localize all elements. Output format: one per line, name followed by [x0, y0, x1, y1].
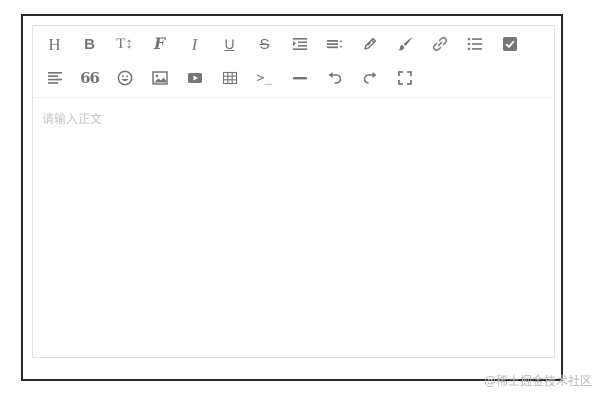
heading-icon: H [48, 34, 61, 54]
quote-button[interactable]: 66 [72, 63, 107, 93]
link-icon [432, 36, 448, 52]
video-icon [187, 70, 203, 86]
quote-icon: 66 [80, 68, 100, 87]
editor-toolbar: H B T↕ F I U S 66 >_ [33, 26, 554, 98]
link-button[interactable] [422, 29, 457, 59]
rich-text-editor: H B T↕ F I U S 66 >_ 请输入正文 [32, 25, 555, 358]
checkbox-button[interactable] [492, 29, 527, 59]
strikethrough-button[interactable]: S [247, 29, 282, 59]
checkbox-icon [502, 36, 518, 52]
pencil-button[interactable] [352, 29, 387, 59]
table-icon [222, 70, 238, 86]
pencil-icon [362, 36, 378, 52]
video-button[interactable] [177, 63, 212, 93]
code-button[interactable]: >_ [247, 63, 282, 93]
italic-icon: I [191, 34, 198, 54]
indent-button[interactable] [282, 29, 317, 59]
table-button[interactable] [212, 63, 247, 93]
undo-icon [327, 70, 343, 86]
watermark: @稀土掘金技术社区 [483, 374, 592, 388]
toolbar-row-1: H B T↕ F I U S [37, 29, 527, 59]
image-button[interactable] [142, 63, 177, 93]
code-icon: >_ [256, 70, 273, 86]
italic-button[interactable]: I [177, 29, 212, 59]
editor-placeholder: 请输入正文 [42, 112, 103, 126]
font-family-icon: F [153, 34, 166, 53]
emoji-button[interactable] [107, 63, 142, 93]
editor-content-area[interactable]: 请输入正文 [33, 98, 554, 358]
fullscreen-icon [397, 70, 413, 86]
fullscreen-button[interactable] [387, 63, 422, 93]
bold-button[interactable]: B [72, 29, 107, 59]
indent-icon [292, 36, 308, 52]
align-left-button[interactable] [37, 63, 72, 93]
font-family-button[interactable]: F [142, 29, 177, 59]
line-height-icon [326, 36, 343, 52]
font-size-icon: T↕ [116, 35, 133, 52]
redo-icon [362, 70, 378, 86]
brush-button[interactable] [387, 29, 422, 59]
heading-button[interactable]: H [37, 29, 72, 59]
line-height-button[interactable] [317, 29, 352, 59]
bold-icon: B [84, 35, 95, 53]
redo-button[interactable] [352, 63, 387, 93]
underline-icon: U [224, 36, 235, 52]
list-button[interactable] [457, 29, 492, 59]
undo-button[interactable] [317, 63, 352, 93]
align-left-icon [47, 70, 63, 86]
horizontal-rule-icon [292, 70, 308, 86]
brush-icon [397, 36, 413, 52]
toolbar-row-2: 66 >_ [37, 63, 422, 93]
list-icon [467, 36, 483, 52]
strikethrough-icon: S [259, 35, 270, 53]
font-size-button[interactable]: T↕ [107, 29, 142, 59]
image-icon [151, 70, 168, 86]
editor-frame: H B T↕ F I U S 66 >_ 请输入正文 [21, 14, 563, 381]
emoji-icon [117, 70, 133, 86]
underline-button[interactable]: U [212, 29, 247, 59]
horizontal-rule-button[interactable] [282, 63, 317, 93]
